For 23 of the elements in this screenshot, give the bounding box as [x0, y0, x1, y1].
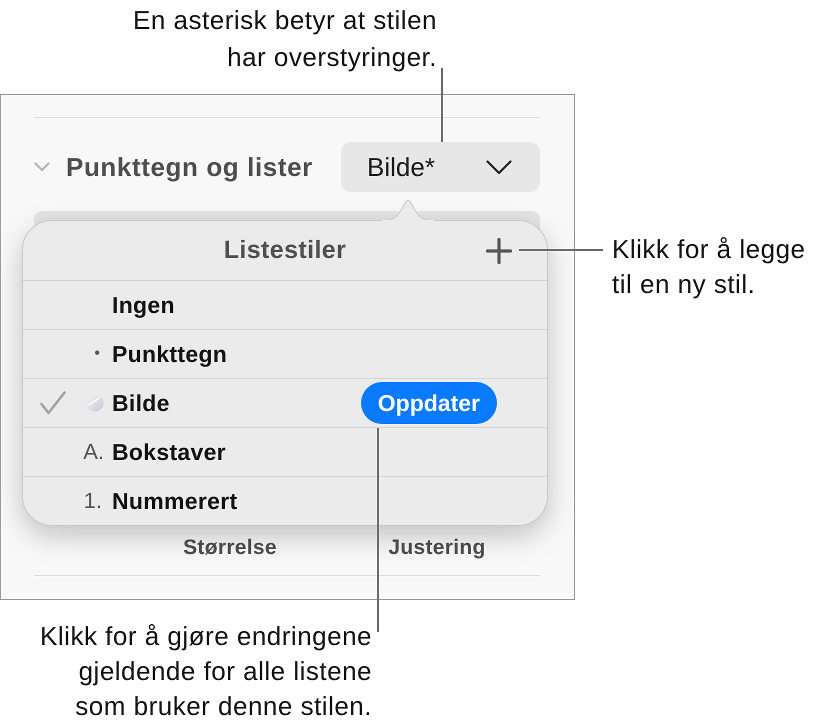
list-style-item[interactable]: Ingen	[23, 281, 547, 329]
style-dropdown[interactable]: Bilde*	[341, 142, 540, 192]
item-label: Nummerert	[112, 488, 238, 514]
callout-text: Klikk for å gjøre endringene gjeldende for alle listene som bruker denne stilen.	[40, 620, 372, 723]
chevron-down-icon	[486, 160, 512, 174]
item-label: Bilde	[112, 390, 170, 416]
list-style-item[interactable]: • Punkttegn	[23, 329, 547, 378]
popover-title: Listestiler	[224, 236, 346, 265]
control-label: Justering	[388, 535, 486, 561]
item-label: Ingen	[112, 292, 175, 318]
list-marker: A.	[83, 439, 104, 465]
update-button[interactable]: Oppdater	[360, 382, 497, 424]
list-marker: •	[94, 345, 100, 363]
item-label: Bokstaver	[112, 438, 226, 466]
list-marker: 1.	[84, 488, 102, 514]
disc-icon	[86, 394, 104, 412]
item-label: Punkttegn	[112, 340, 228, 368]
callout-text: Klikk for å legge til en ny stil.	[612, 233, 806, 301]
section-title: Punkttegn og lister	[66, 152, 313, 182]
add-icon[interactable]	[486, 238, 512, 264]
control-label: Størrelse	[183, 535, 277, 561]
callout-text: En asterisk betyr at stilen har overstyringer.	[133, 4, 437, 74]
list-style-item[interactable]: Bilde Oppdater	[23, 378, 547, 427]
